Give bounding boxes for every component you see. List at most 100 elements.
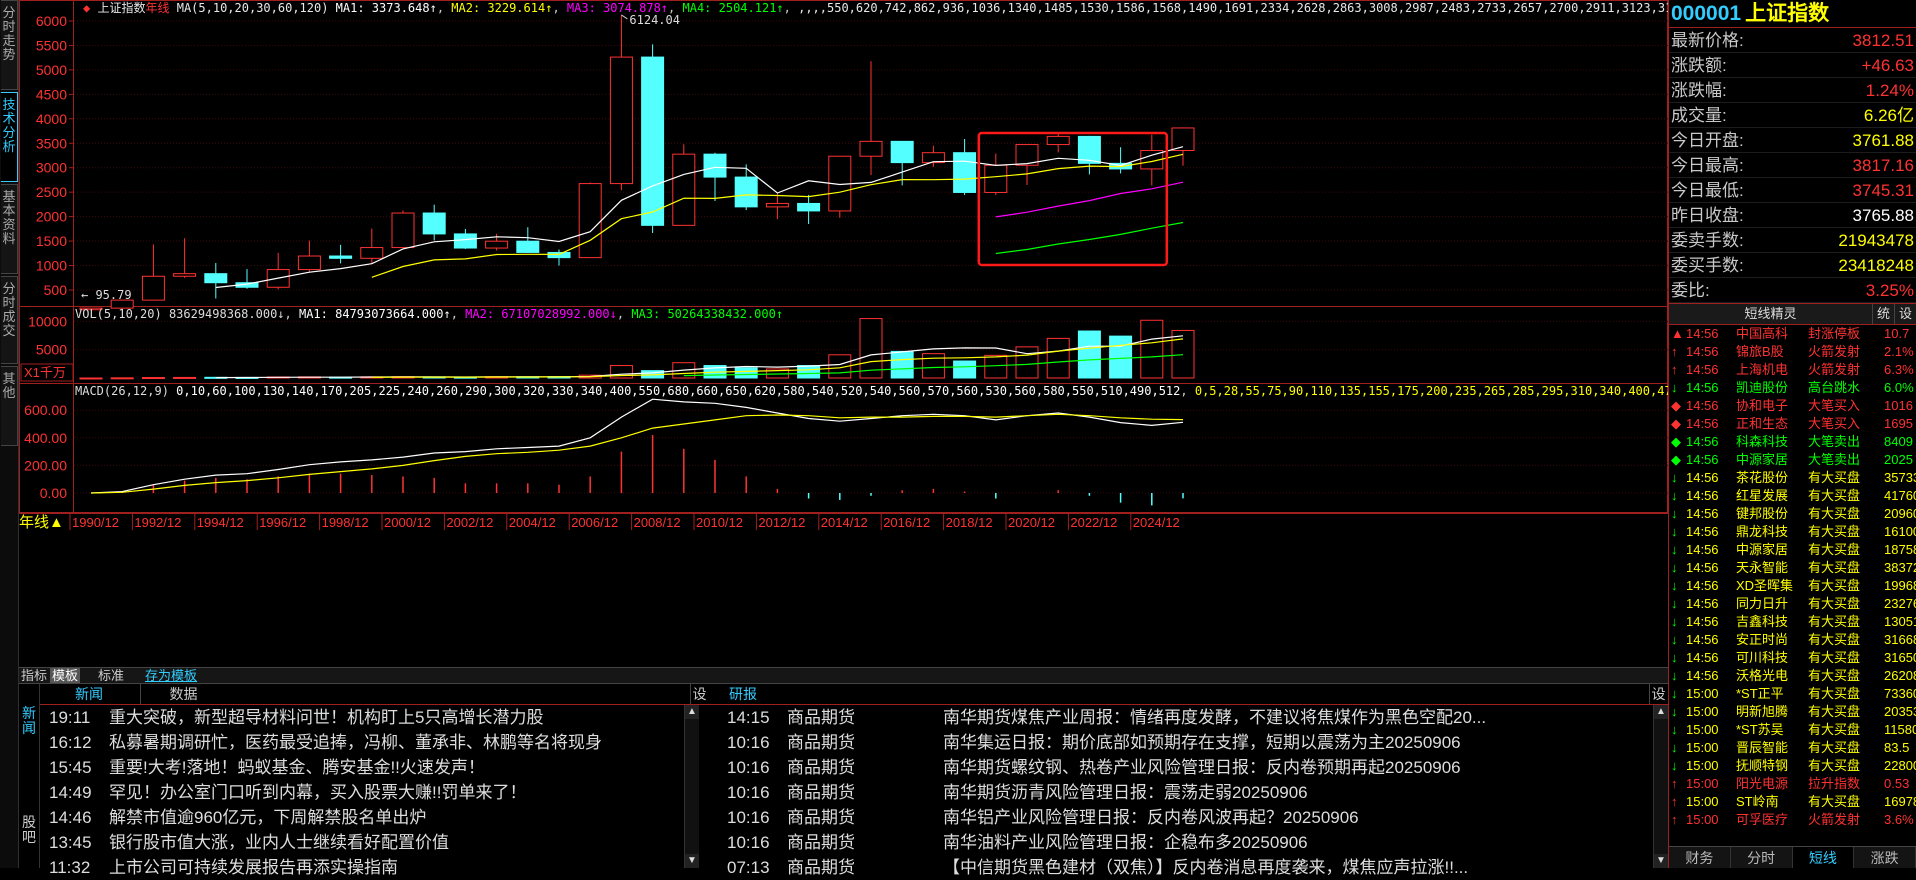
research-title[interactable]: 南华期货煤焦产业周报：情绪再度发酵，不建议将焦煤作为黑色空配20... bbox=[943, 708, 1486, 727]
candle-2006[interactable] bbox=[578, 182, 602, 259]
candle-2013[interactable] bbox=[797, 194, 821, 224]
news-title[interactable]: 重要!大考!落地！蚂蚁基金、腾安基金!!火速发声！ bbox=[109, 758, 485, 777]
tab-data[interactable]: 数据 bbox=[140, 684, 226, 704]
shortline-item[interactable]: ↓ 14:56 沃格光电 有大买盘 26208 bbox=[1669, 667, 1916, 685]
volume-bar[interactable] bbox=[1015, 346, 1039, 379]
news-item[interactable]: 14:46 解禁市值逾960亿元，下周解禁股名单出炉 bbox=[49, 805, 689, 830]
candle-1999[interactable] bbox=[360, 228, 384, 264]
left-tab-1[interactable]: 技术分析 bbox=[1, 92, 18, 182]
research-item[interactable]: 10:16 商品期货 南华期货沥青风险管理日报：震荡走弱20250906 bbox=[727, 780, 1651, 805]
template-tab[interactable]: 模板 bbox=[50, 668, 81, 683]
left-tab-4[interactable]: 其他 bbox=[1, 366, 18, 446]
candle-2004[interactable] bbox=[516, 227, 540, 253]
shortline-item[interactable]: ↓ 15:00 晋辰智能 有大买盘 83.5 bbox=[1669, 739, 1916, 757]
news-title[interactable]: 罕见！办公室门口听到内幕，买入股票大赚!!罚单来了！ bbox=[109, 783, 526, 802]
research-title[interactable]: 南华期货螺纹钢、热卷产业风险管理日报：反内卷预期再起20250906 bbox=[943, 758, 1461, 777]
candle-1998[interactable] bbox=[329, 244, 353, 264]
tab-news[interactable]: 新闻 bbox=[40, 684, 138, 704]
period-selector[interactable]: 年线▲ bbox=[19, 514, 64, 531]
research-title[interactable]: 南华集运日报：期价底部如预期存在支撑，短期以震荡为主20250906 bbox=[943, 733, 1461, 752]
save-template-button[interactable]: 存为模板 bbox=[145, 668, 197, 683]
shortline-item[interactable]: ↓ 14:56 键邦股份 有大买盘 20960 bbox=[1669, 505, 1916, 523]
volume-bar[interactable] bbox=[734, 367, 758, 379]
candle-2001[interactable] bbox=[422, 204, 446, 241]
candle-2014[interactable] bbox=[828, 155, 852, 218]
shortline-item[interactable]: ◆ 14:56 中源家居 大笔卖出 2025 bbox=[1669, 451, 1916, 469]
volume-bar[interactable] bbox=[1046, 337, 1070, 379]
volume-bar[interactable] bbox=[921, 353, 945, 379]
right-tab-2[interactable]: 短线 bbox=[1792, 847, 1855, 868]
candle-1997[interactable] bbox=[297, 240, 321, 272]
candle-1995[interactable] bbox=[235, 269, 259, 289]
standard-button[interactable]: 标准 bbox=[98, 668, 124, 683]
news-title[interactable]: 私募暑期调研忙，医药最受追捧，冯柳、董承非、林鹏等名将现身 bbox=[109, 733, 602, 752]
news-title[interactable]: 解禁市值逾960亿元，下周解禁股名单出炉 bbox=[109, 808, 426, 827]
candle-1992[interactable] bbox=[141, 244, 165, 301]
candle-2020[interactable] bbox=[1015, 144, 1039, 186]
shortline-item[interactable]: ↓ 14:56 XD圣晖集有大买盘 19968 bbox=[1669, 577, 1916, 595]
research-settings-button[interactable]: 设 bbox=[1649, 684, 1667, 704]
candle-2008[interactable] bbox=[641, 44, 665, 234]
candle-2018[interactable] bbox=[953, 138, 977, 196]
left-tab-3[interactable]: 分时成交 bbox=[1, 276, 18, 364]
shortline-stats-button[interactable]: 统 bbox=[1872, 304, 1894, 324]
shortline-item[interactable]: ◆ 14:56 科森科技 大笔卖出 8409 bbox=[1669, 433, 1916, 451]
research-title[interactable]: 南华铝产业风险管理日报：反内卷风波再起？20250906 bbox=[943, 808, 1359, 827]
shortline-item[interactable]: ↓ 14:56 凯迪股份 高台跳水 6.0% bbox=[1669, 379, 1916, 397]
candle-2019[interactable] bbox=[984, 153, 1008, 196]
candle-2000[interactable] bbox=[391, 210, 415, 249]
tab-research[interactable]: 研报 bbox=[701, 684, 785, 704]
candle-2015[interactable] bbox=[859, 61, 883, 176]
left-tab-0[interactable]: 分时走势 bbox=[1, 0, 18, 90]
candle-2012[interactable] bbox=[765, 193, 789, 220]
shortline-item[interactable]: ▲ 14:56 中国高科 封涨停板 10.7 bbox=[1669, 325, 1916, 343]
candle-2023[interactable] bbox=[1109, 147, 1133, 174]
news-item[interactable]: 16:12 私募暑期调研忙，医药最受追捧，冯柳、董承非、林鹏等名将现身 bbox=[49, 730, 689, 755]
research-item[interactable]: 10:16 商品期货 南华油料产业风险管理日报：企稳布多20250906 bbox=[727, 830, 1651, 855]
shortline-item[interactable]: ↑ 14:56 上海机电 火箭发射 6.3% bbox=[1669, 361, 1916, 379]
shortline-item[interactable]: ↑ 15:00 ST岭南 有大买盘 16978 bbox=[1669, 793, 1916, 811]
scroll-down-icon[interactable]: ▼ bbox=[1654, 854, 1668, 868]
volume-bar[interactable] bbox=[890, 350, 914, 379]
shortline-item[interactable]: ↓ 14:56 红星发展 有大买盘 41760 bbox=[1669, 487, 1916, 505]
shortline-item[interactable]: ↑ 15:00 可孚医疗 火箭发射 3.6% bbox=[1669, 811, 1916, 829]
shortline-title[interactable]: 短线精灵 bbox=[1669, 304, 1872, 324]
kline-chart-area[interactable]: 6000 5500 5000 4500 4000 3500 3000 2500 2000 1500… bbox=[19, 0, 1668, 667]
research-item[interactable]: 10:16 商品期货 南华集运日报：期价底部如预期存在支撑，短期以震荡为主20250… bbox=[727, 730, 1651, 755]
candle-2021[interactable] bbox=[1046, 131, 1070, 153]
candle-2025[interactable] bbox=[1171, 127, 1195, 166]
research-title[interactable]: 南华期货沥青风险管理日报：震荡走弱20250906 bbox=[943, 783, 1308, 802]
shortline-settings-button[interactable]: 设 bbox=[1894, 304, 1916, 324]
scroll-down-icon[interactable]: ▼ bbox=[685, 854, 699, 868]
right-tab-0[interactable]: 财务 bbox=[1669, 847, 1731, 868]
candle-1994[interactable] bbox=[204, 262, 228, 299]
volume-bar[interactable] bbox=[953, 360, 977, 379]
guba-side-tab[interactable]: 股吧 bbox=[19, 785, 40, 868]
volume-bar[interactable] bbox=[1140, 319, 1164, 379]
shortline-item[interactable]: ◆ 14:56 正和生态 大笔买入 1695 bbox=[1669, 415, 1916, 433]
news-side-tab[interactable]: 新闻 bbox=[19, 684, 40, 785]
volume-bar[interactable] bbox=[110, 377, 134, 380]
shortline-item[interactable]: ↓ 14:56 可川科技 有大买盘 31650 bbox=[1669, 649, 1916, 667]
scroll-up-icon[interactable]: ▲ bbox=[1654, 705, 1668, 719]
news-item[interactable]: 19:11 重大突破，新型超导材料问世！机构盯上5只高增长潜力股 bbox=[49, 705, 689, 730]
shortline-item[interactable]: ↓ 15:00 抚顺特钢 有大买盘 22800 bbox=[1669, 757, 1916, 775]
volume-bar[interactable] bbox=[141, 377, 165, 380]
candle-2011[interactable] bbox=[734, 164, 758, 211]
shortline-item[interactable]: ↓ 14:56 安正时尚 有大买盘 31668 bbox=[1669, 631, 1916, 649]
candle-2022[interactable] bbox=[1077, 135, 1101, 175]
research-item[interactable]: 10:16 商品期货 南华铝产业风险管理日报：反内卷风波再起？20250906 bbox=[727, 805, 1651, 830]
volume-bar[interactable] bbox=[859, 318, 883, 379]
shortline-item[interactable]: ↓ 14:56 吉鑫科技 有大买盘 13051 bbox=[1669, 613, 1916, 631]
candle-1993[interactable] bbox=[173, 238, 197, 278]
volume-bar[interactable] bbox=[1077, 330, 1101, 379]
candle-2010[interactable] bbox=[703, 152, 727, 202]
candle-2016[interactable] bbox=[890, 140, 914, 186]
news-left-scrollbar[interactable]: ▲ ▼ bbox=[684, 705, 699, 868]
shortline-item[interactable]: ◆ 14:56 协和电子 大笔买入 1016 bbox=[1669, 397, 1916, 415]
candle-1996[interactable] bbox=[266, 252, 290, 290]
right-tab-1[interactable]: 分时 bbox=[1731, 847, 1793, 868]
shortline-item[interactable]: ↓ 14:56 中源家居 有大买盘 18758 bbox=[1669, 541, 1916, 559]
research-item[interactable]: 14:15 商品期货 南华期货煤焦产业周报：情绪再度发酵，不建议将焦煤作为黑色空配2… bbox=[727, 705, 1651, 730]
shortline-item[interactable]: ↓ 14:56 同力日升 有大买盘 23276 bbox=[1669, 595, 1916, 613]
